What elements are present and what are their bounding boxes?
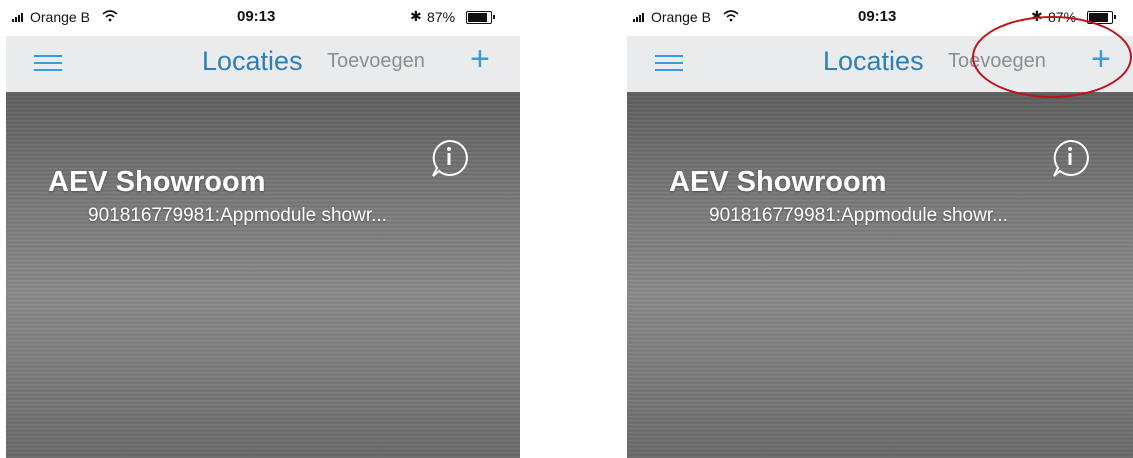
battery-percent: 87% bbox=[1048, 9, 1077, 25]
carrier-name: Orange B bbox=[30, 9, 90, 25]
bluetooth-icon: ✱ bbox=[410, 8, 422, 24]
info-bubble-icon[interactable] bbox=[429, 138, 469, 180]
page-title: Locaties bbox=[202, 46, 303, 76]
hamburger-menu-icon[interactable] bbox=[34, 53, 62, 73]
plus-icon[interactable]: + bbox=[1091, 42, 1111, 76]
location-item[interactable]: AEV Showroom 901816779981:Appmodule show… bbox=[6, 92, 520, 242]
carrier-name: Orange B bbox=[651, 9, 711, 25]
status-bar: Orange B 09:13 ✱ 87% bbox=[627, 0, 1133, 34]
navigation-bar: Locaties Toevoegen + bbox=[627, 36, 1133, 92]
location-subtitle: 901816779981:Appmodule showr... bbox=[709, 205, 1008, 226]
location-name: AEV Showroom bbox=[669, 166, 887, 198]
add-location-label[interactable]: Toevoegen bbox=[948, 50, 1046, 73]
wifi-icon bbox=[723, 10, 739, 25]
info-bubble-icon[interactable] bbox=[1050, 138, 1090, 180]
status-time: 09:13 bbox=[858, 8, 897, 25]
plus-icon[interactable]: + bbox=[470, 42, 490, 76]
location-list: AEV Showroom 901816779981:Appmodule show… bbox=[6, 92, 520, 458]
status-time: 09:13 bbox=[237, 8, 276, 25]
add-location-label[interactable]: Toevoegen bbox=[327, 50, 425, 73]
location-list: AEV Showroom 901816779981:Appmodule show… bbox=[627, 92, 1133, 458]
wifi-icon bbox=[102, 10, 118, 25]
hamburger-menu-icon[interactable] bbox=[655, 53, 683, 73]
page-title: Locaties bbox=[823, 46, 924, 76]
location-item[interactable]: AEV Showroom 901816779981:Appmodule show… bbox=[627, 92, 1133, 242]
location-name: AEV Showroom bbox=[48, 166, 266, 198]
signal-bars-icon bbox=[12, 13, 23, 22]
battery-icon bbox=[1087, 11, 1116, 24]
navigation-bar: Locaties Toevoegen + bbox=[6, 36, 520, 92]
phone-screen-left: Orange B 09:13 ✱ 87% Locaties Toevoegen … bbox=[6, 0, 520, 458]
location-subtitle: 901816779981:Appmodule showr... bbox=[88, 205, 387, 226]
phone-screen-right: Orange B 09:13 ✱ 87% Locaties Toevoegen … bbox=[627, 0, 1133, 458]
status-bar: Orange B 09:13 ✱ 87% bbox=[6, 0, 520, 34]
signal-bars-icon bbox=[633, 13, 644, 22]
bluetooth-icon: ✱ bbox=[1031, 8, 1043, 24]
battery-icon bbox=[466, 11, 495, 24]
battery-percent: 87% bbox=[427, 9, 456, 25]
